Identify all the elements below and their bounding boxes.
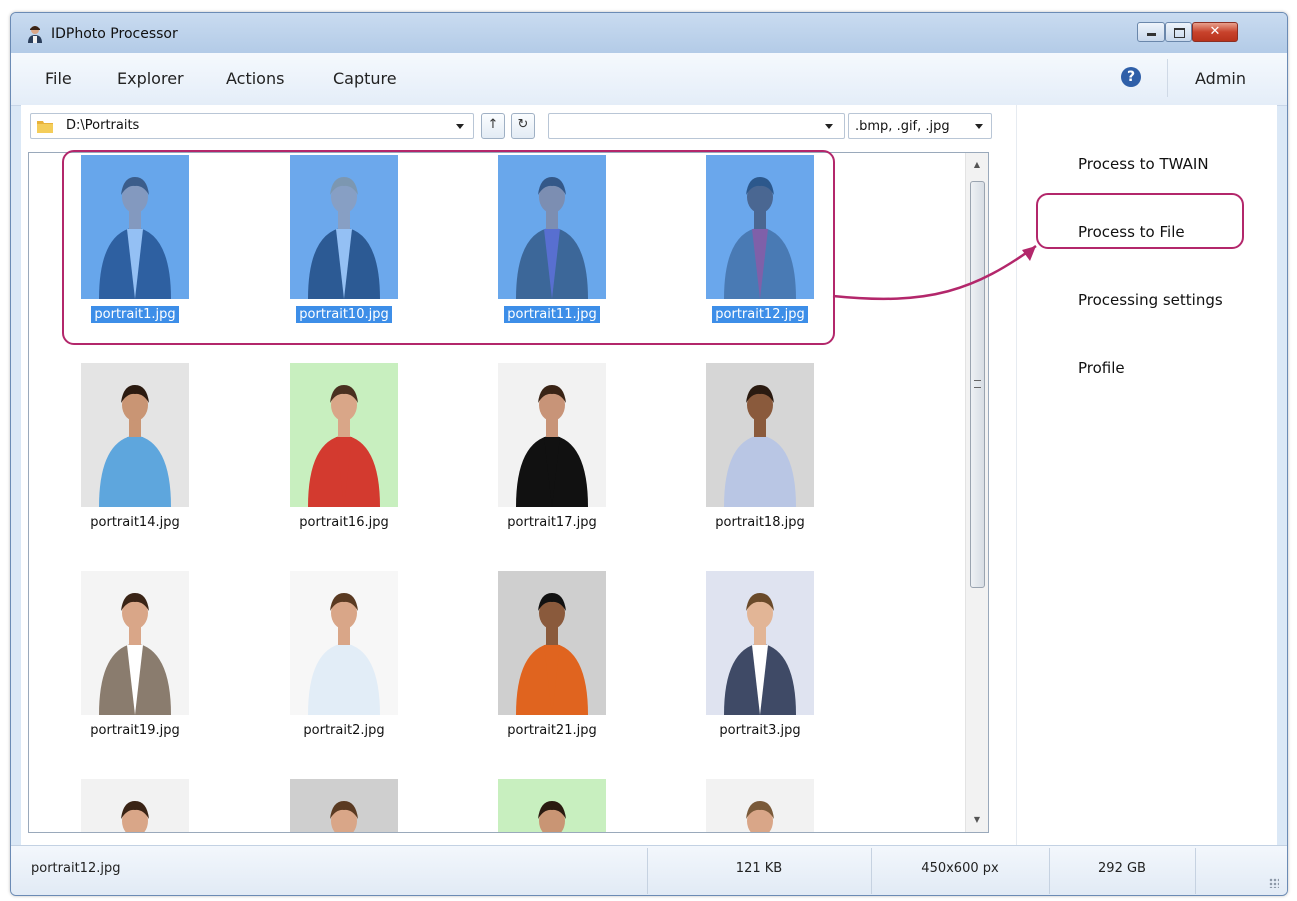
callout-arrow-icon xyxy=(832,244,1037,301)
